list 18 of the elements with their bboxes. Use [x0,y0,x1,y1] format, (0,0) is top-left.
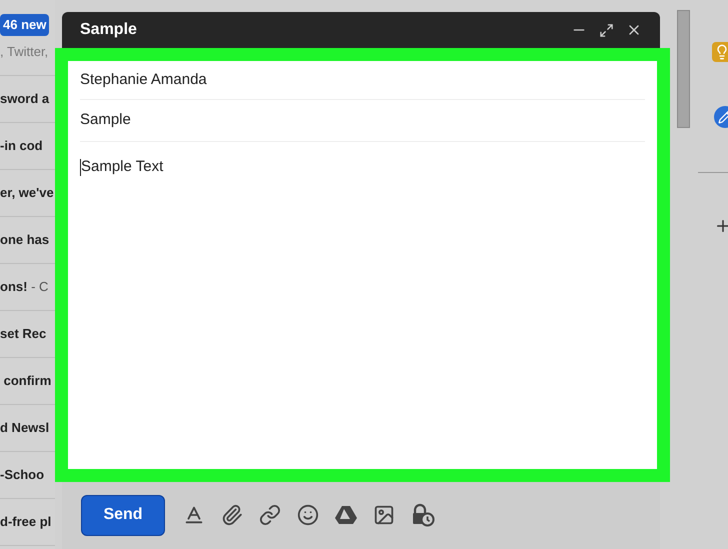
triangle-icon[interactable] [335,505,357,525]
link-icon[interactable] [259,504,281,526]
smiley-icon[interactable] [297,504,319,526]
text-format-icon[interactable] [183,504,205,526]
expand-icon[interactable] [599,22,614,38]
image-icon[interactable] [373,504,395,526]
add-icon[interactable] [714,217,728,235]
scrollbar-thumb[interactable] [677,10,690,128]
recipient-field[interactable]: Stephanie Amanda [80,61,645,100]
email-row[interactable]: d-free pl [0,499,55,546]
window-title: Sample [80,20,138,40]
paperclip-icon[interactable] [221,504,243,526]
lock-clock-icon[interactable] [411,503,435,527]
new-count-badge: 46 new [0,14,50,36]
category-list: , Twitter, [0,42,55,61]
send-button[interactable]: Send [81,494,165,536]
message-body-field[interactable]: Sample Text [80,142,645,178]
subject-field[interactable]: Sample [80,100,645,142]
